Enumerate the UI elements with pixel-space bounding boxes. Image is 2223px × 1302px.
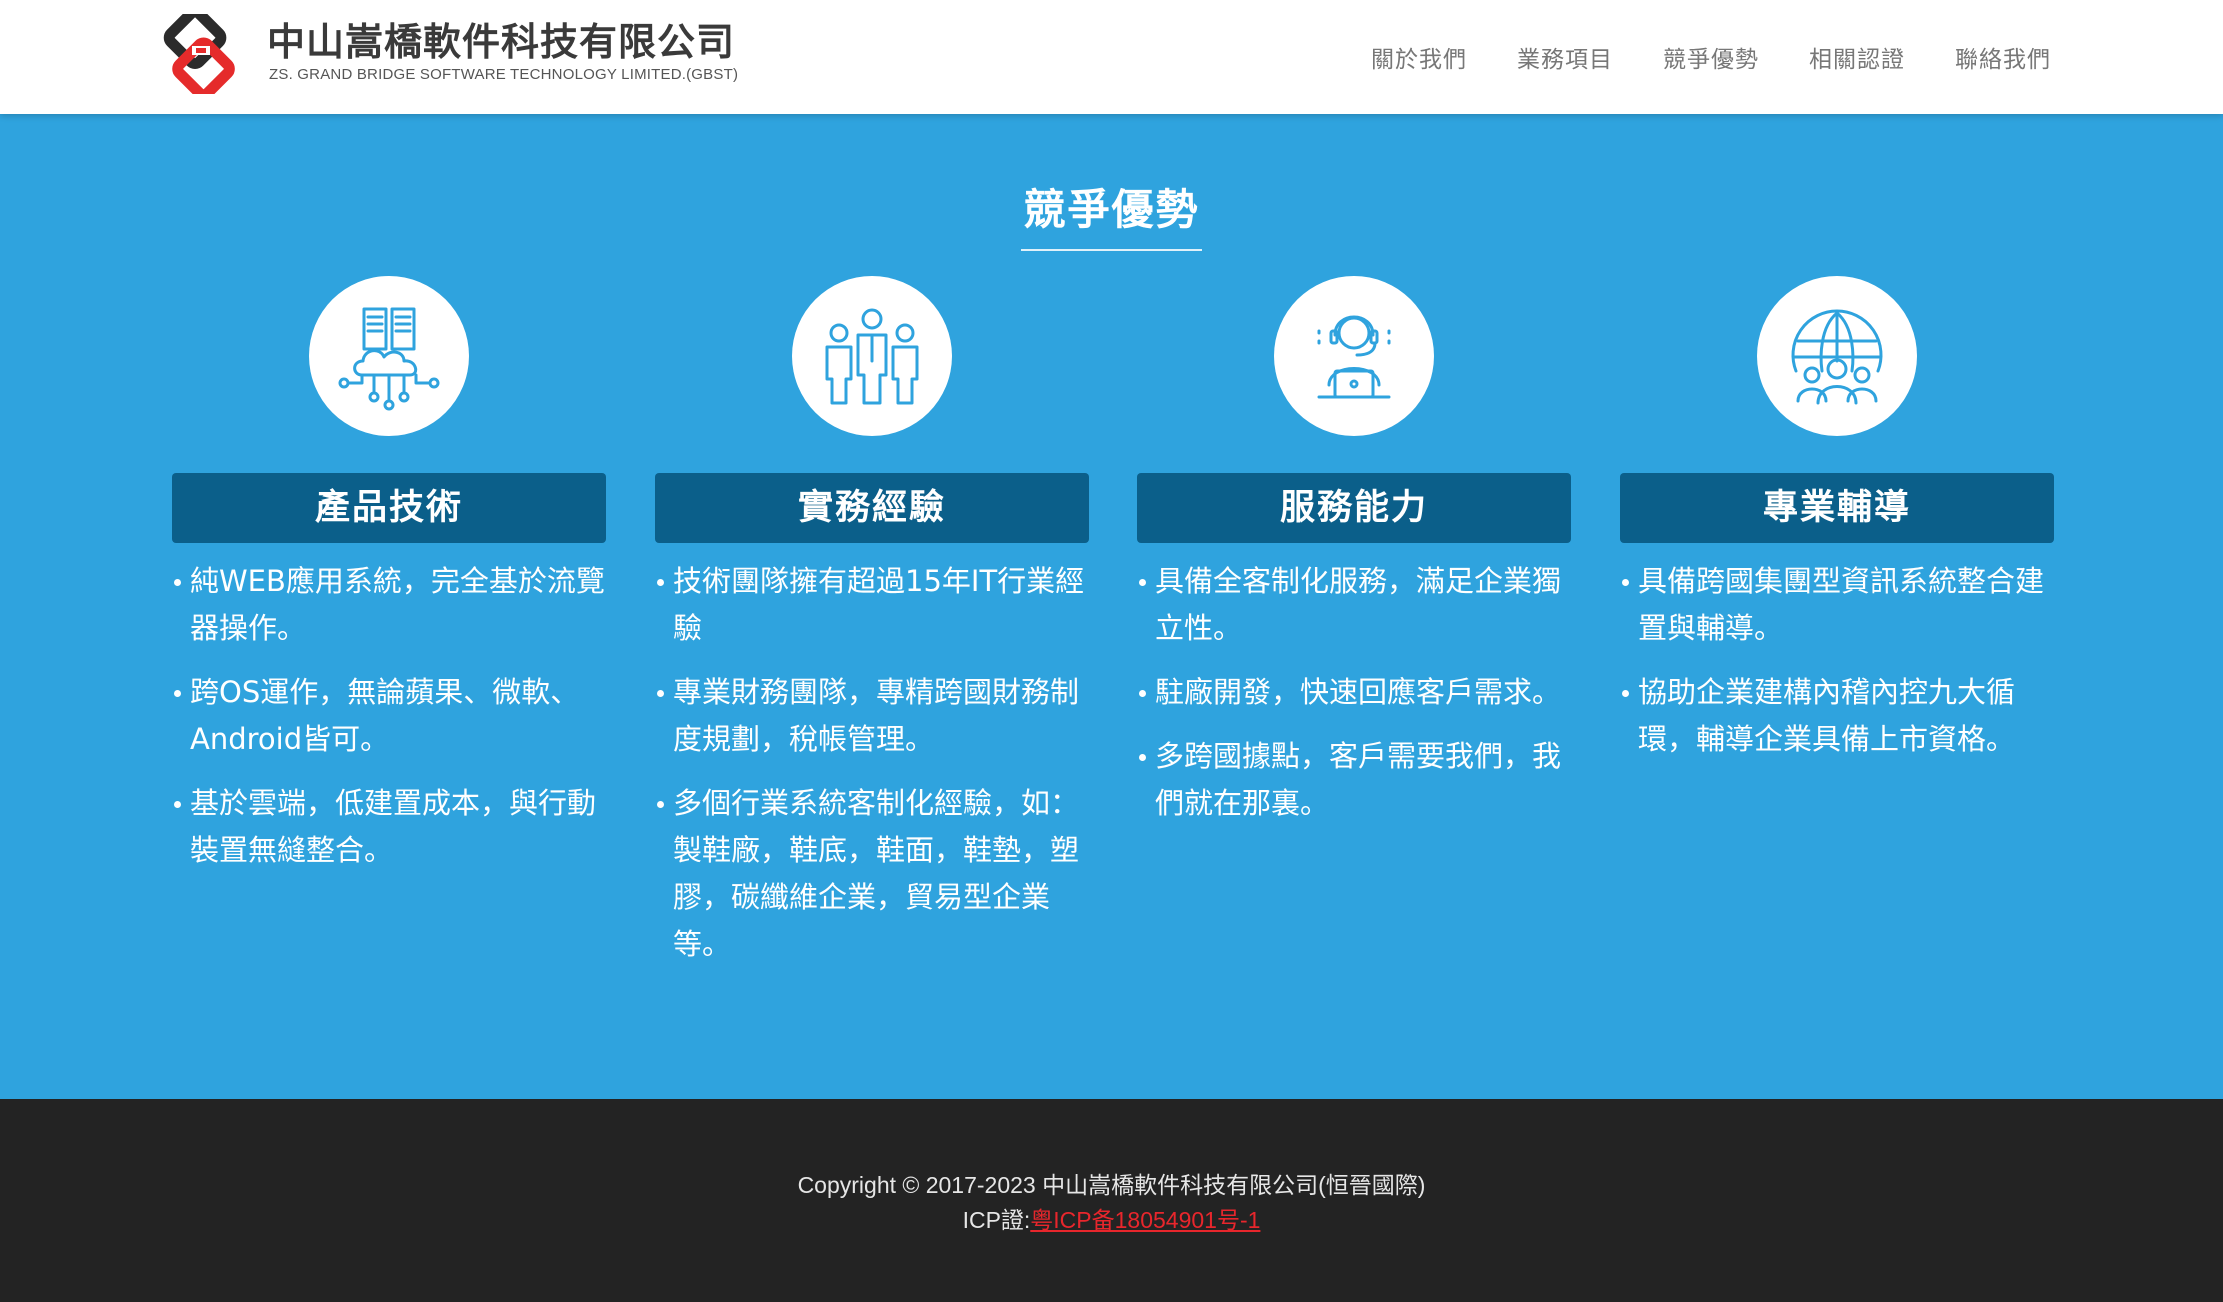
main-nav: 關於我們 業務項目 競爭優勢 相關認證 聯絡我們 bbox=[1321, 0, 2051, 114]
section-title: 競爭優勢 bbox=[1021, 176, 1202, 251]
copyright-text: Copyright © 2017-2023 中山嵩橋軟件科技有限公司(恒晉國際) bbox=[797, 1172, 1426, 1198]
nav-item-advantages[interactable]: 競爭優勢 bbox=[1663, 40, 1759, 74]
customer-support-icon bbox=[1317, 315, 1391, 399]
section-heading: 競爭優勢 bbox=[0, 176, 2223, 251]
list-item: 跨OS運作，無論蘋果、微軟、Android皆可。 bbox=[172, 669, 612, 763]
icp-line: ICP證:粤ICP备18054901号-1 bbox=[0, 1201, 2223, 1235]
brand-name-cn: 中山嵩橋軟件科技有限公司 bbox=[267, 20, 736, 64]
list-item: 駐廠開發，快速回應客戶需求。 bbox=[1137, 669, 1577, 716]
nav-item-about[interactable]: 關於我們 bbox=[1371, 40, 1467, 74]
team-icon bbox=[825, 308, 919, 405]
list-item: 技術團隊擁有超過15年IT行業經驗 bbox=[655, 558, 1095, 652]
icp-label: ICP證: bbox=[962, 1207, 1031, 1233]
list-item: 多個行業系統客制化經驗，如：製鞋廠，鞋底，鞋面，鞋墊，塑膠，碳纖維企業，貿易型企… bbox=[655, 780, 1095, 968]
nav-item-contact[interactable]: 聯絡我們 bbox=[1955, 40, 2051, 74]
card-heading: 產品技術 bbox=[172, 473, 606, 543]
card-list: 純WEB應用系統，完全基於流覽器操作。 跨OS運作，無論蘋果、微軟、Androi… bbox=[172, 558, 612, 891]
icon-circle bbox=[309, 276, 469, 436]
brand-name-en: ZS. GRAND BRIDGE SOFTWARE TECHNOLOGY LIM… bbox=[269, 66, 739, 83]
list-item: 具備跨國集團型資訊系統整合建置與輔導。 bbox=[1620, 558, 2060, 652]
site-footer: Copyright © 2017-2023 中山嵩橋軟件科技有限公司(恒晉國際)… bbox=[0, 1099, 2223, 1302]
icon-circle bbox=[1274, 276, 1434, 436]
site-header: 中山嵩橋軟件科技有限公司 ZS. GRAND BRIDGE SOFTWARE T… bbox=[0, 0, 2223, 114]
card-heading: 實務經驗 bbox=[655, 473, 1089, 543]
nav-item-services[interactable]: 業務項目 bbox=[1517, 40, 1613, 74]
list-item: 具備全客制化服務，滿足企業獨立性。 bbox=[1137, 558, 1577, 652]
list-item: 純WEB應用系統，完全基於流覽器操作。 bbox=[172, 558, 612, 652]
global-people-icon bbox=[1791, 309, 1883, 405]
icon-circle bbox=[792, 276, 952, 436]
list-item: 協助企業建構內稽內控九大循環，輔導企業具備上市資格。 bbox=[1620, 669, 2060, 763]
card-list: 技術團隊擁有超過15年IT行業經驗 專業財務團隊，專精跨國財務制度規劃，稅帳管理… bbox=[655, 558, 1095, 985]
list-item: 多跨國據點，客戶需要我們，我們就在那裏。 bbox=[1137, 733, 1577, 827]
icp-link[interactable]: 粤ICP备18054901号-1 bbox=[1030, 1207, 1260, 1233]
card-heading: 專業輔導 bbox=[1620, 473, 2054, 543]
gbst-logo-icon bbox=[163, 14, 235, 94]
icon-circle bbox=[1757, 276, 1917, 436]
nav-item-certifications[interactable]: 相關認證 bbox=[1809, 40, 1905, 74]
list-item: 基於雲端，低建置成本，與行動裝置無縫整合。 bbox=[172, 780, 612, 874]
card-list: 具備跨國集團型資訊系統整合建置與輔導。 協助企業建構內稽內控九大循環，輔導企業具… bbox=[1620, 558, 2060, 780]
card-list: 具備全客制化服務，滿足企業獨立性。 駐廠開發，快速回應客戶需求。 多跨國據點，客… bbox=[1137, 558, 1577, 844]
brand-logo[interactable]: 中山嵩橋軟件科技有限公司 ZS. GRAND BRIDGE SOFTWARE T… bbox=[147, 14, 738, 94]
list-item: 專業財務團隊，專精跨國財務制度規劃，稅帳管理。 bbox=[655, 669, 1095, 763]
card-heading: 服務能力 bbox=[1137, 473, 1571, 543]
cloud-server-icon bbox=[338, 307, 440, 411]
